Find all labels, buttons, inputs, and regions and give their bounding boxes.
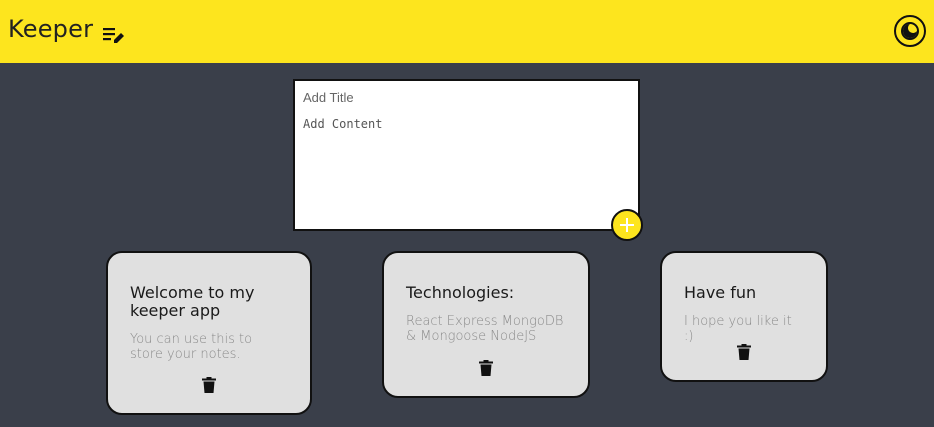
note-composer — [293, 79, 640, 231]
note-title: Welcome to my keeper app — [130, 283, 255, 320]
trash-icon[interactable] — [737, 344, 751, 360]
content-input[interactable] — [303, 117, 633, 217]
note-content: I hope you like it :) — [684, 314, 792, 344]
edit-note-icon — [103, 28, 124, 43]
plus-icon — [620, 218, 634, 232]
note-title: Technologies: — [406, 283, 515, 302]
title-input[interactable] — [303, 90, 623, 105]
note-content: React Express MongoDB & Mongoose NodeJS — [406, 314, 564, 344]
app-title: Keeper — [8, 15, 94, 43]
theme-toggle-button[interactable] — [894, 15, 926, 47]
note-content: You can use this to store your notes. — [130, 332, 253, 362]
trash-icon[interactable] — [479, 360, 493, 376]
moon-icon — [901, 22, 919, 40]
trash-icon[interactable] — [202, 377, 216, 393]
app-header: Keeper — [0, 0, 934, 63]
note-card: Have fun I hope you like it :) — [660, 251, 828, 382]
note-title: Have fun — [684, 283, 757, 302]
add-note-button[interactable] — [611, 209, 643, 241]
